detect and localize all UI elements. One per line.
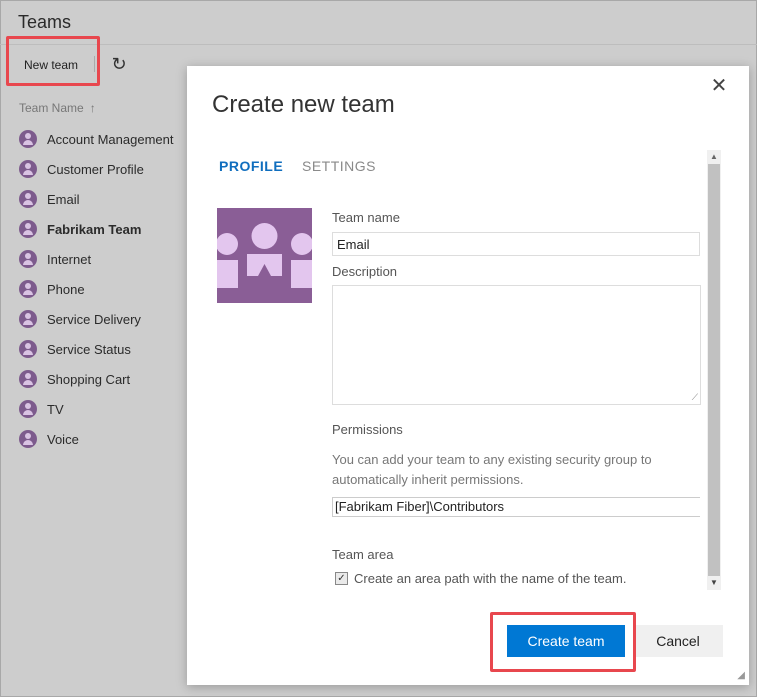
team-avatar-icon: [19, 160, 37, 178]
description-label: Description: [332, 264, 398, 279]
column-header-label: Team Name: [19, 101, 84, 115]
team-name: Phone: [47, 281, 85, 297]
dialog-title: Create new team: [212, 91, 395, 118]
team-name: Customer Profile: [47, 161, 144, 177]
team-name: Service Delivery: [47, 311, 141, 327]
team-people-icon: [217, 223, 312, 288]
new-team-highlight: [6, 36, 100, 86]
area-path-checkbox[interactable]: ✓: [335, 572, 348, 585]
cancel-button[interactable]: Cancel: [633, 625, 723, 657]
page-divider: [0, 44, 757, 45]
team-name: Account Management: [47, 131, 174, 147]
team-avatar-icon: [19, 430, 37, 448]
team-list-item[interactable]: Fabrikam Teame: [19, 214, 212, 244]
team-list-item[interactable]: Service Statusc: [19, 334, 211, 364]
sort-ascending-icon: ↑: [89, 101, 96, 115]
team-list: Account ManagementaCustomer ProfilecEmai…: [19, 124, 212, 454]
page-title: Teams: [18, 12, 72, 32]
dialog-scrollbar[interactable]: ▲ ▼: [707, 150, 721, 590]
team-name: Shopping Cart: [47, 371, 131, 387]
team-list-item[interactable]: TVe: [19, 394, 212, 424]
tab-profile[interactable]: PROFILE: [219, 158, 283, 174]
team-avatar-icon: [19, 130, 37, 148]
resize-grip-icon[interactable]: ⟋: [692, 392, 698, 403]
team-avatar-icon: [19, 400, 37, 418]
team-list-item[interactable]: Internete: [19, 244, 212, 274]
tab-settings[interactable]: SETTINGS: [302, 158, 376, 174]
team-name-column-header[interactable]: Team Name ↑: [19, 101, 96, 115]
team-avatar-icon: [19, 370, 37, 388]
create-team-dialog: Create new team ✕ PROFILE SETTINGS Team …: [187, 66, 749, 685]
team-avatar-icon: [19, 310, 37, 328]
team-name: Service Status: [47, 341, 131, 357]
scroll-thumb[interactable]: [708, 164, 720, 576]
team-name: TV: [47, 401, 64, 417]
team-list-item[interactable]: Account Managementa: [19, 124, 212, 154]
team-area-label: Team area: [332, 547, 394, 562]
team-avatar-icon: [19, 190, 37, 208]
team-name-input[interactable]: [332, 232, 700, 256]
team-list-item[interactable]: Customer Profilec: [19, 154, 211, 184]
team-name: Email: [47, 191, 80, 207]
team-avatar-icon: [19, 220, 37, 238]
team-list-item[interactable]: Voicec: [19, 424, 211, 454]
team-name: Internet: [47, 251, 92, 267]
close-icon[interactable]: ✕: [707, 74, 731, 98]
team-name: Voice: [47, 431, 79, 447]
scroll-down-arrow-icon[interactable]: ▼: [707, 576, 721, 590]
dialog-resize-grip-icon[interactable]: ◢: [737, 670, 745, 681]
area-path-checkbox-label: Create an area path with the name of the…: [354, 571, 627, 586]
team-image[interactable]: [217, 208, 312, 303]
team-avatar-icon: [19, 340, 37, 358]
description-textarea[interactable]: ⟋: [332, 285, 701, 405]
team-list-item[interactable]: Emaile: [19, 184, 212, 214]
scroll-up-arrow-icon[interactable]: ▲: [707, 150, 721, 164]
team-list-item[interactable]: Phonee: [19, 274, 212, 304]
refresh-icon[interactable]: ↻: [108, 52, 130, 76]
team-name-label: Team name: [332, 210, 400, 225]
team-list-item[interactable]: Service Deliverya: [19, 304, 212, 334]
permissions-label: Permissions: [332, 422, 403, 437]
team-area-checkbox-row[interactable]: ✓ Create an area path with the name of t…: [335, 571, 626, 586]
team-avatar-icon: [19, 280, 37, 298]
team-list-item[interactable]: Shopping Carta: [19, 364, 212, 394]
team-name: Fabrikam Team: [47, 221, 142, 237]
permissions-help-text: You can add your team to any existing se…: [332, 452, 652, 487]
team-avatar-icon: [19, 250, 37, 268]
permissions-input[interactable]: [Fabrikam Fiber]\Contributors: [332, 497, 700, 517]
create-team-highlight: [490, 612, 636, 672]
